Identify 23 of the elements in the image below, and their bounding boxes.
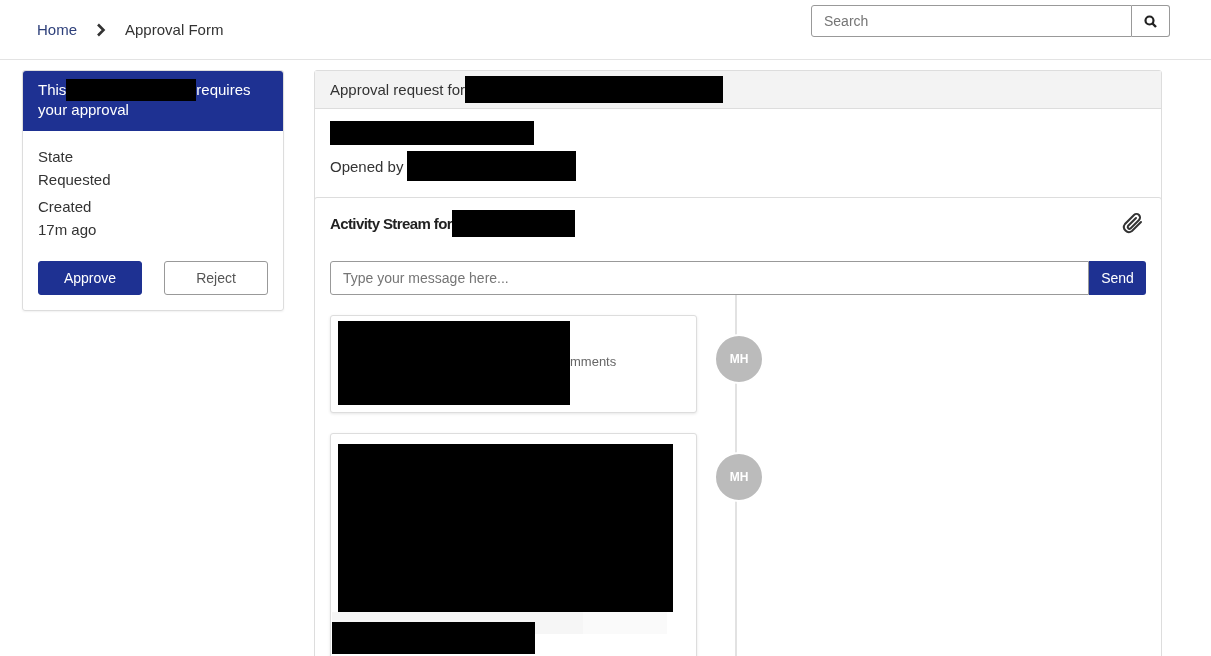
reject-button[interactable]: Reject (164, 261, 268, 295)
breadcrumb-current: Approval Form (125, 21, 224, 38)
search-icon (1144, 14, 1157, 28)
send-button[interactable]: Send (1089, 261, 1146, 295)
activity-title: Activity Stream for (330, 215, 452, 232)
search-button[interactable] (1132, 5, 1170, 37)
field-value: Requested (38, 170, 112, 190)
user-avatar: MH (714, 334, 764, 384)
field-value: 17m ago (38, 220, 98, 240)
banner-text: This (38, 81, 67, 99)
comment-text: mments (570, 354, 617, 369)
user-avatar: MH (714, 452, 764, 502)
approve-button[interactable]: Approve (38, 261, 142, 295)
search-field[interactable]: Search (811, 5, 1132, 37)
breadcrumb-link[interactable]: Home (37, 21, 77, 38)
message-field[interactable]: Type your message here... (330, 261, 1089, 295)
field-label: State (38, 147, 75, 167)
panel-title: Approval request for (330, 81, 466, 98)
field-label: Created (38, 197, 93, 217)
chevron-right-icon (96, 22, 106, 37)
banner-text: requires (196, 81, 251, 99)
banner-text: your approval (38, 101, 129, 119)
opened-by-label: Opened by (330, 157, 404, 175)
